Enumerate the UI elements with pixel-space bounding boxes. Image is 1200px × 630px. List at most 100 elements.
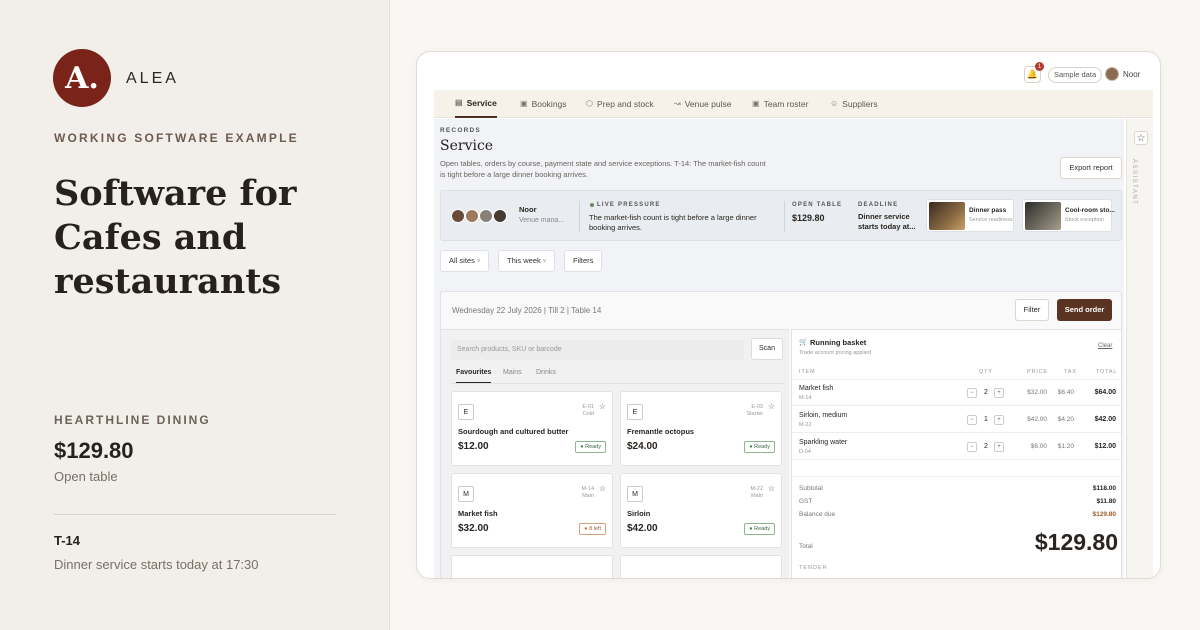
filters-button[interactable]: Filters xyxy=(564,250,603,272)
product-picker: Search products, SKU or barcode Scan Fav… xyxy=(441,329,789,578)
clear-basket-link[interactable]: Clear xyxy=(1098,343,1112,349)
status-badge: ● Ready xyxy=(744,441,775,453)
assistant-rail: ☆ ASSISTANT xyxy=(1126,119,1153,578)
status-badge: ● Ready xyxy=(575,441,606,453)
main-content: RECORDS Service Open tables, orders by c… xyxy=(434,119,1124,578)
product-card[interactable] xyxy=(451,555,613,578)
basket-subtitle: Trade account pricing applied xyxy=(799,350,871,356)
storefront-icon: ▤ xyxy=(455,98,463,107)
quantity-value: 1 xyxy=(984,416,988,423)
user-avatar[interactable] xyxy=(1105,67,1119,81)
star-icon[interactable]: ☆ xyxy=(768,484,775,493)
send-order-button[interactable]: Send order xyxy=(1057,299,1112,321)
cool-room-card[interactable]: Cool-room sto... Stock exception xyxy=(1022,199,1115,232)
notification-badge: 1 xyxy=(1035,62,1044,71)
product-price: $42.00 xyxy=(627,523,658,534)
site-select[interactable]: All sites ˅ xyxy=(440,250,490,272)
gst-label: GST xyxy=(799,498,813,505)
chart-icon: ↝ xyxy=(674,99,681,108)
calendar-icon: ▣ xyxy=(752,99,760,108)
dinner-pass-card[interactable]: Dinner pass Service readiness xyxy=(926,199,1014,232)
product-name: Sirloin xyxy=(627,509,651,518)
divider xyxy=(784,201,785,232)
basket-row: Sparkling water D-04 − 2 + $6.00 $1.20 $… xyxy=(792,434,1121,460)
deadline-label: DEADLINE xyxy=(858,202,899,208)
assistant-label[interactable]: ASSISTANT xyxy=(1131,159,1137,205)
tab-suppliers[interactable]: ☺ Suppliers xyxy=(830,90,878,118)
product-card[interactable]: M M-14 Main ☆ Market fish $32.00 ● 8 left xyxy=(451,473,613,548)
tender-label: TENDER xyxy=(799,565,828,571)
tab-prep-and-stock[interactable]: ⬡ Prep and stock xyxy=(586,90,654,118)
subtab-drinks[interactable]: Drinks xyxy=(536,369,556,383)
total-label: Total xyxy=(799,543,813,550)
team-avatar xyxy=(451,209,465,223)
subtotal-label: Subtotal xyxy=(799,485,823,492)
headline: Software for Cafes and restaurants xyxy=(54,173,297,302)
star-icon[interactable]: ☆ xyxy=(599,402,606,411)
subtab-mains[interactable]: Mains xyxy=(503,369,522,383)
filter-button[interactable]: Filter xyxy=(1015,299,1049,321)
star-icon[interactable]: ☆ xyxy=(1134,131,1148,145)
basket-row: Sirloin, medium M-22 − 1 + $42.00 $4.20 … xyxy=(792,407,1121,433)
people-icon: ☺ xyxy=(830,99,839,108)
page-description: Open tables, orders by course, payment s… xyxy=(440,159,766,179)
balance-value: $129.80 xyxy=(1092,511,1117,518)
basket-title: Running basket xyxy=(810,338,867,347)
column-header: PRICE xyxy=(1027,369,1048,375)
decrease-qty-button[interactable]: − xyxy=(967,388,977,398)
marketing-panel: A. ALEA WORKING SOFTWARE EXAMPLE Softwar… xyxy=(0,0,390,630)
divider xyxy=(792,476,1121,477)
venue-name: HEARTHLINE DINING xyxy=(54,413,211,427)
tab-venue-pulse[interactable]: ↝ Venue pulse xyxy=(674,90,732,118)
product-card[interactable] xyxy=(620,555,782,578)
product-price: $12.00 xyxy=(458,441,489,452)
section-eyebrow: RECORDS xyxy=(440,127,481,134)
product-card[interactable]: E E-01 Cold ☆ Sourdough and cultured butt… xyxy=(451,391,613,466)
tab-team-roster[interactable]: ▣ Team roster xyxy=(752,90,808,118)
live-dot-icon xyxy=(590,203,594,207)
calendar-icon: ▣ xyxy=(520,99,528,108)
pos-panel: Wednesday 22 July 2026 | Till 2 | Table … xyxy=(440,291,1122,578)
product-search-input[interactable]: Search products, SKU or barcode xyxy=(451,340,744,360)
quantity-value: 2 xyxy=(984,443,988,450)
increase-qty-button[interactable]: + xyxy=(994,388,1004,398)
cool-room-image xyxy=(1025,202,1061,230)
divider xyxy=(579,201,580,232)
top-bar: 🔔 1 Sample data Noor xyxy=(417,52,1160,90)
star-icon[interactable]: ☆ xyxy=(599,484,606,493)
period-select[interactable]: This week ˅ xyxy=(498,250,556,272)
increase-qty-button[interactable]: + xyxy=(994,442,1004,452)
table-code: T-14 xyxy=(54,533,81,548)
order-context: Wednesday 22 July 2026 | Till 2 | Table … xyxy=(452,306,602,315)
column-header: QTY xyxy=(979,369,993,375)
product-card[interactable]: M M-22 Main ☆ Sirloin $42.00 ● Ready xyxy=(620,473,782,548)
column-header: ITEM xyxy=(799,369,816,375)
column-header: TAX xyxy=(1064,369,1077,375)
owner-name: Noor xyxy=(519,205,537,214)
decrease-qty-button[interactable]: − xyxy=(967,415,977,425)
tab-bookings[interactable]: ▣ Bookings xyxy=(520,90,567,118)
product-name: Fremantle octopus xyxy=(627,427,695,436)
basket-row: Market fish M-14 − 2 + $32.00 $6.40 $64.… xyxy=(792,380,1121,406)
star-icon[interactable]: ☆ xyxy=(768,402,775,411)
tab-service[interactable]: ▤ Service xyxy=(455,90,497,118)
user-name[interactable]: Noor xyxy=(1123,70,1140,79)
product-letter: M xyxy=(458,486,474,502)
open-table-value: $129.80 xyxy=(792,213,825,223)
decrease-qty-button[interactable]: − xyxy=(967,442,977,452)
product-name: Market fish xyxy=(458,509,498,518)
live-pressure-text: The market-fish count is tight before a … xyxy=(589,213,757,232)
increase-qty-button[interactable]: + xyxy=(994,415,1004,425)
product-letter: M xyxy=(627,486,643,502)
page-title: Service xyxy=(440,138,494,154)
product-name: Sourdough and cultured butter xyxy=(458,427,569,436)
scan-button[interactable]: Scan xyxy=(751,338,783,360)
subtab-favourites[interactable]: Favourites xyxy=(456,369,492,383)
product-card[interactable]: E E-03 Starter ☆ Fremantle octopus $24.00… xyxy=(620,391,782,466)
alea-logo: A. xyxy=(53,49,111,107)
sample-data-chip[interactable]: Sample data xyxy=(1048,67,1103,83)
open-table-label: OPEN TABLE xyxy=(792,202,843,208)
team-avatar xyxy=(479,209,493,223)
chevron-down-icon: ˅ xyxy=(542,259,547,265)
export-report-button[interactable]: Export report xyxy=(1060,157,1122,179)
